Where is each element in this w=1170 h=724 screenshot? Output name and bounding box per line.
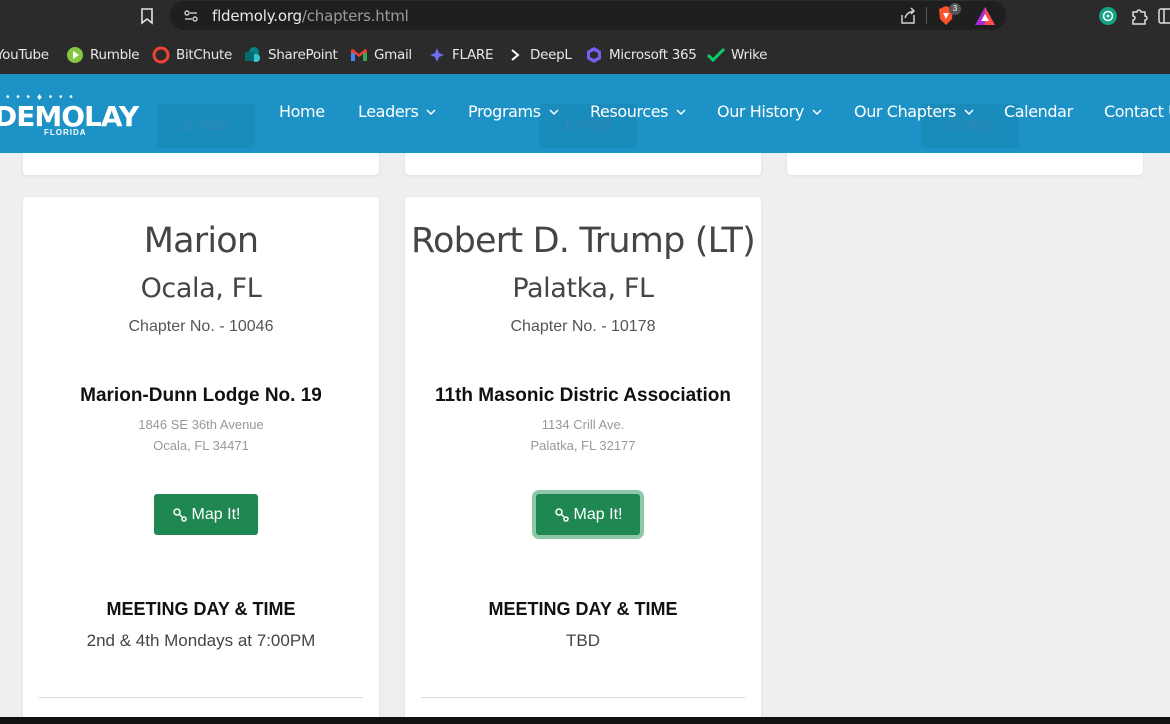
nav-label: Our History bbox=[717, 102, 804, 121]
flare-icon bbox=[428, 46, 446, 64]
shields-count-badge: 3 bbox=[949, 3, 961, 15]
url-text[interactable]: fldemoly.org/chapters.html bbox=[212, 7, 409, 25]
bookmark-label: Wrike bbox=[731, 47, 768, 63]
divider bbox=[39, 697, 363, 698]
url-path: /chapters.html bbox=[301, 7, 409, 25]
brave-rewards-icon[interactable] bbox=[974, 6, 996, 26]
site-header: E-Mail E-Mail E-Mail • • • ♦ • • • DEMOL… bbox=[0, 74, 1170, 153]
demolay-logo[interactable]: • • • ♦ • • • DEMOLAY FLORIDA bbox=[0, 88, 139, 148]
bookmark-label: Gmail bbox=[374, 47, 412, 63]
bookmark-label: DeepL bbox=[530, 47, 572, 63]
email-label: E-Mail bbox=[183, 117, 229, 134]
map-it-label: Map It! bbox=[573, 505, 623, 523]
chevron-down-icon bbox=[676, 108, 686, 115]
url-separator bbox=[926, 7, 927, 24]
nav-calendar[interactable]: Calendar bbox=[1004, 102, 1073, 121]
divider bbox=[421, 697, 745, 698]
chapter-number: Chapter No. - 10046 bbox=[128, 318, 274, 335]
bookmark-microsoft-365[interactable]: Microsoft 365 bbox=[585, 45, 697, 65]
gmail-icon bbox=[350, 46, 368, 64]
map-it-label: Map It! bbox=[191, 505, 241, 523]
address-bar[interactable]: fldemoly.org/chapters.html 3 bbox=[170, 1, 1006, 30]
bookmark-label: Microsoft 365 bbox=[609, 47, 697, 63]
nav-label: Programs bbox=[468, 102, 541, 121]
nav-resources[interactable]: Resources bbox=[590, 102, 687, 121]
address-line-2: Ocala, FL 34471 bbox=[153, 438, 249, 453]
site-info-icon[interactable] bbox=[182, 7, 200, 25]
lodge-name: 11th Masonic Distric Association bbox=[435, 385, 731, 406]
sharepoint-icon bbox=[244, 46, 262, 64]
browser-toolbar: fldemoly.org/chapters.html 3 bbox=[0, 0, 1170, 34]
sidebar-toggle-icon[interactable] bbox=[1158, 6, 1170, 26]
nav-label: Contact Us bbox=[1104, 102, 1170, 121]
address-line-1: 1846 SE 36th Avenue bbox=[138, 417, 264, 432]
chapter-card-partial bbox=[405, 153, 761, 175]
wrike-icon bbox=[707, 46, 725, 64]
map-it-button[interactable]: Map It! bbox=[536, 494, 640, 535]
deepl-icon bbox=[506, 46, 524, 64]
chapter-card-marion: Marion Ocala, FL Chapter No. - 10046 Mar… bbox=[23, 197, 379, 717]
nav-label: Resources bbox=[590, 102, 669, 121]
extensions-puzzle-icon[interactable] bbox=[1130, 6, 1150, 26]
bitchute-icon bbox=[152, 46, 170, 64]
chevron-down-icon bbox=[426, 108, 436, 115]
chatgpt-extension-icon[interactable] bbox=[1098, 6, 1118, 26]
map-it-button[interactable]: Map It! bbox=[154, 494, 258, 535]
chapter-city: Palatka, FL bbox=[512, 273, 654, 304]
page-content: Marion Ocala, FL Chapter No. - 10046 Mar… bbox=[0, 153, 1170, 717]
chapter-city: Ocala, FL bbox=[140, 273, 262, 304]
address-line-1: 1134 Crill Ave. bbox=[541, 417, 625, 432]
meeting-time: TBD bbox=[566, 631, 600, 650]
chapter-name: Marion bbox=[143, 221, 259, 261]
bookmark-label: Rumble bbox=[90, 47, 140, 63]
chapter-number: Chapter No. - 10178 bbox=[510, 318, 656, 335]
bookmark-rumble[interactable]: Rumble bbox=[66, 45, 140, 65]
nav-contact-us[interactable]: Contact Us bbox=[1104, 102, 1170, 121]
bookmarks-bar: YouTube Rumble BitChute SharePoint Gmail… bbox=[0, 34, 1170, 74]
share-icon[interactable] bbox=[898, 6, 918, 26]
logo-subtitle: FLORIDA bbox=[44, 128, 87, 137]
chapter-card-partial bbox=[23, 153, 379, 175]
nav-our-history[interactable]: Our History bbox=[717, 102, 823, 121]
screen-bottom-edge bbox=[0, 717, 1170, 724]
meeting-heading: MEETING DAY & TIME bbox=[106, 599, 296, 619]
bookmark-deepl[interactable]: DeepL bbox=[506, 45, 572, 65]
nav-leaders[interactable]: Leaders bbox=[358, 102, 437, 121]
bookmark-youtube[interactable]: YouTube bbox=[0, 45, 49, 65]
address-line-2: Palatka, FL 32177 bbox=[530, 438, 636, 453]
lodge-name: Marion-Dunn Lodge No. 19 bbox=[80, 385, 322, 406]
chapter-card-robert-d-trump: Robert D. Trump (LT) Palatka, FL Chapter… bbox=[405, 197, 761, 717]
url-host: fldemoly.org bbox=[212, 7, 302, 25]
meeting-heading: MEETING DAY & TIME bbox=[488, 599, 678, 619]
bookmark-wrike[interactable]: Wrike bbox=[707, 45, 767, 65]
chevron-down-icon bbox=[812, 108, 822, 115]
nav-label: Calendar bbox=[1004, 102, 1073, 121]
bookmark-gmail[interactable]: Gmail bbox=[350, 45, 412, 65]
nav-label: Leaders bbox=[358, 102, 419, 121]
bookmark-label: FLARE bbox=[452, 47, 494, 63]
bookmark-label: SharePoint bbox=[268, 47, 338, 63]
nav-label: Home bbox=[279, 102, 325, 121]
bookmark-page-icon[interactable] bbox=[136, 5, 158, 27]
nav-label: Our Chapters bbox=[854, 102, 956, 121]
bookmark-flare[interactable]: FLARE bbox=[428, 45, 494, 65]
bookmark-bitchute[interactable]: BitChute bbox=[152, 45, 232, 65]
chevron-down-icon bbox=[964, 108, 974, 115]
rumble-icon bbox=[66, 46, 84, 64]
chapter-card-partial bbox=[787, 153, 1143, 175]
map-pin-icon bbox=[172, 507, 187, 522]
nav-our-chapters[interactable]: Our Chapters bbox=[854, 102, 975, 121]
bookmark-label: YouTube bbox=[0, 47, 49, 63]
map-pin-icon bbox=[554, 507, 569, 522]
email-button-behind-header: E-Mail bbox=[157, 104, 255, 148]
chevron-down-icon bbox=[549, 108, 559, 115]
chapter-name: Robert D. Trump (LT) bbox=[411, 221, 756, 261]
meeting-time: 2nd & 4th Mondays at 7:00PM bbox=[86, 631, 316, 650]
bookmark-sharepoint[interactable]: SharePoint bbox=[244, 45, 338, 65]
nav-programs[interactable]: Programs bbox=[468, 102, 560, 121]
nav-home[interactable]: Home bbox=[279, 102, 325, 121]
microsoft-365-icon bbox=[585, 46, 603, 64]
bookmark-label: BitChute bbox=[176, 47, 233, 63]
